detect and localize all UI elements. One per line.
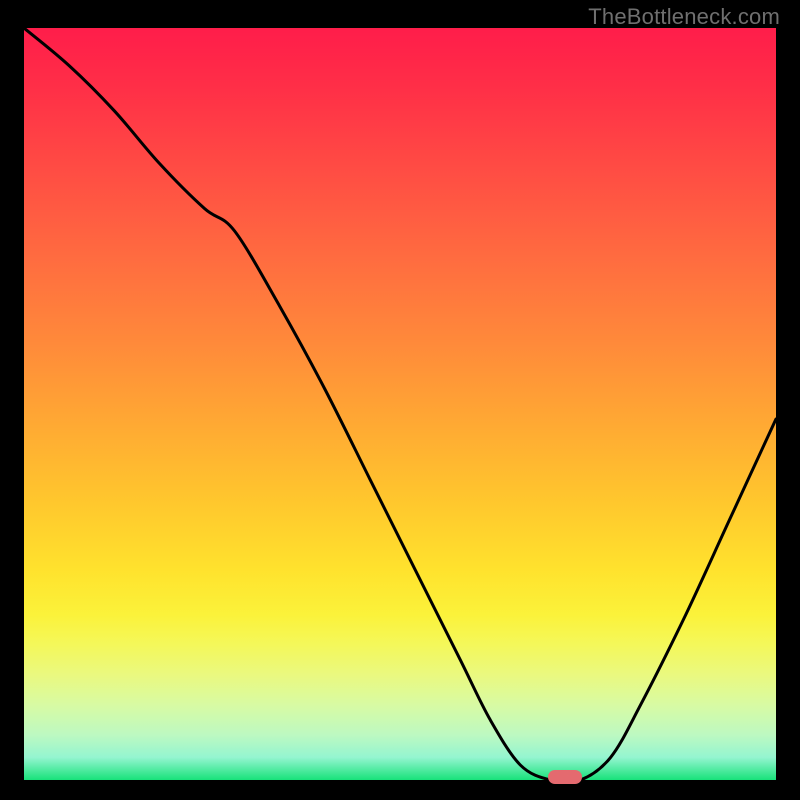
optimal-point-marker (548, 770, 582, 784)
plot-area (24, 28, 776, 780)
bottleneck-curve-svg (24, 28, 776, 780)
watermark-text: TheBottleneck.com (588, 4, 780, 30)
bottleneck-curve (24, 28, 776, 780)
